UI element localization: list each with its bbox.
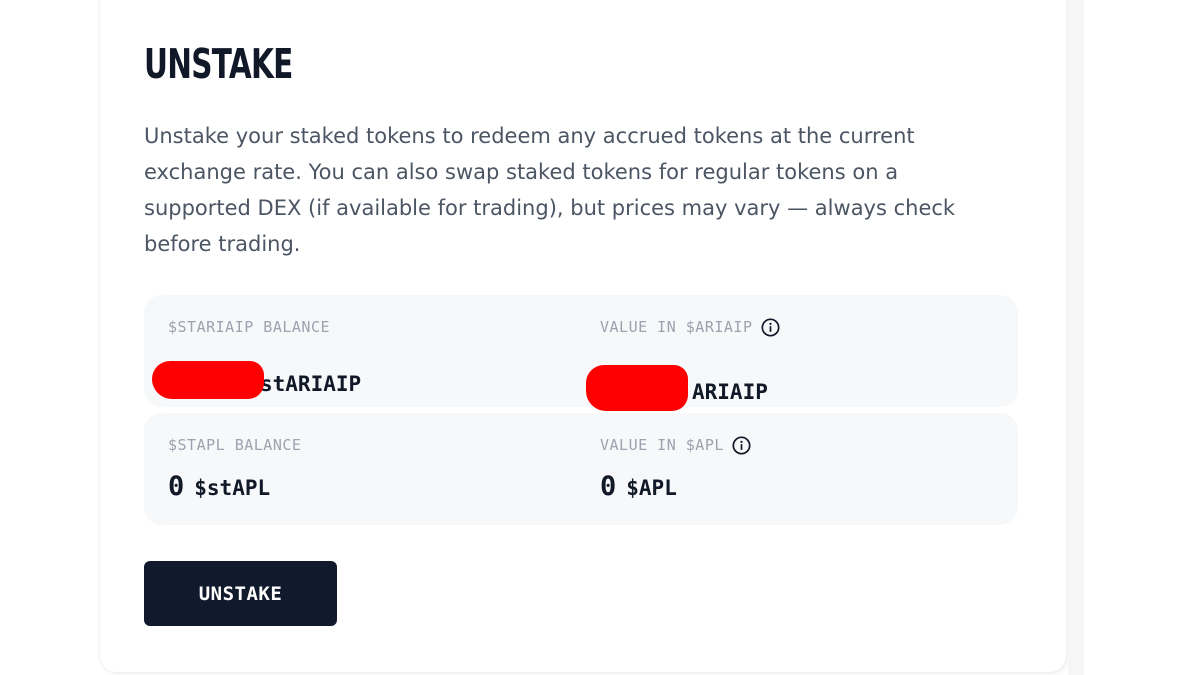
info-icon[interactable]: [732, 435, 751, 455]
stariaip-balance-label: $STARIAIP BALANCE: [168, 318, 331, 336]
stariaip-balance-cell: $STARIAIP BALANCE stARIAIP: [152, 317, 361, 399]
page-title: UNSTAKE: [144, 40, 293, 88]
ariaip-value-unit: ARIAIP: [692, 380, 768, 404]
apl-value-label: VALUE IN $APL: [600, 435, 751, 455]
stariaip-balance-value: stARIAIP: [152, 353, 361, 399]
apl-value-value: 0 $APL: [600, 471, 751, 502]
stapl-balance-panel: $STAPL BALANCE 0 $stAPL VALUE IN $APL 0 …: [144, 413, 1018, 525]
apl-value-cell: VALUE IN $APL 0 $APL: [600, 435, 751, 502]
stariaip-balance-unit: stARIAIP: [260, 372, 362, 396]
page: UNSTAKE Unstake your staked tokens to re…: [0, 0, 1200, 675]
ariaip-value-label: VALUE IN $ARIAIP: [600, 317, 780, 337]
unstake-button[interactable]: UNSTAKE: [144, 561, 337, 626]
stapl-balance-value: 0 $stAPL: [168, 471, 301, 502]
stariaip-balance-panel: $STARIAIP BALANCE stARIAIP VALUE IN $ARI…: [144, 295, 1018, 411]
stapl-balance-label: $STAPL BALANCE: [168, 436, 302, 454]
info-icon[interactable]: [760, 317, 780, 337]
stapl-balance-cell: $STAPL BALANCE 0 $stAPL: [168, 435, 302, 502]
apl-value-label-text: VALUE IN $APL: [600, 436, 724, 454]
redaction-mark: [152, 361, 264, 399]
redaction-mark: [586, 365, 688, 411]
stapl-balance-amount: 0: [168, 471, 185, 502]
ariaip-value-cell: VALUE IN $ARIAIP ARIAIP: [586, 317, 780, 411]
apl-value-unit: $APL: [626, 476, 677, 500]
ariaip-value-label-text: VALUE IN $ARIAIP: [600, 318, 753, 336]
ariaip-value-value: ARIAIP: [586, 353, 780, 411]
stapl-balance-unit: $stAPL: [194, 476, 271, 500]
right-edge: [1068, 0, 1084, 675]
apl-value-amount: 0: [600, 471, 617, 502]
unstake-description: Unstake your staked tokens to redeem any…: [144, 124, 956, 256]
